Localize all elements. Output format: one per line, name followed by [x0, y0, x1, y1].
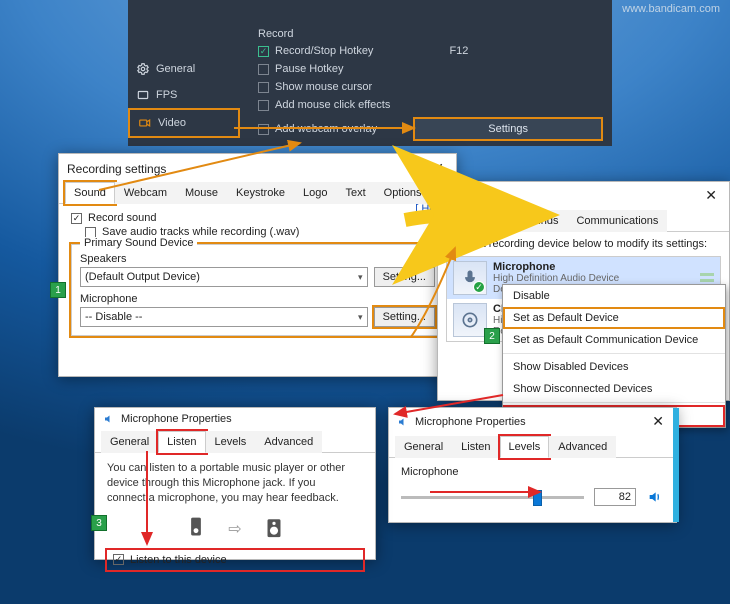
cursor-checkbox[interactable]	[258, 82, 269, 93]
gear-icon	[136, 62, 150, 76]
close-icon[interactable]: ✕	[648, 413, 668, 430]
tab-keystroke[interactable]: Keystroke	[227, 182, 294, 204]
sound-title: Sound	[464, 190, 496, 202]
tab-general[interactable]: General	[101, 431, 158, 453]
hotkey-value[interactable]: F12	[449, 45, 468, 57]
default-check-icon: ✓	[473, 281, 485, 293]
mp2-title: Microphone Properties	[415, 416, 526, 428]
pause-label: Pause Hotkey	[275, 63, 343, 75]
tab-listen[interactable]: Listen	[452, 436, 499, 458]
step-badge-2: 2	[484, 328, 500, 344]
webcam-checkbox[interactable]	[258, 124, 269, 135]
speakers-setting-button[interactable]: Setting...	[374, 267, 435, 287]
tab-levels[interactable]: Levels	[500, 436, 550, 458]
menu-disable[interactable]: Disable	[503, 285, 725, 307]
cursor-label: Show mouse cursor	[275, 81, 372, 93]
speaker-volume-icon[interactable]	[646, 488, 664, 506]
tab-logo[interactable]: Logo	[294, 182, 336, 204]
tab-recording[interactable]: Recording	[444, 210, 512, 232]
video-icon	[138, 116, 152, 130]
listen-label: Listen to this device	[130, 554, 227, 566]
listen-description: You can listen to a portable music playe…	[107, 461, 357, 506]
dev1-name: Microphone	[493, 261, 619, 273]
speaker-icon	[103, 413, 115, 425]
webcam-label: Add webcam overlay	[275, 123, 377, 135]
mic-properties-listen-window: Microphone Properties General Listen Lev…	[94, 407, 376, 560]
tab-options[interactable]: Options	[375, 182, 431, 204]
listen-checkbox[interactable]	[113, 554, 124, 565]
chevron-down-icon: ▾	[358, 312, 363, 323]
recset-title: Recording settings	[67, 162, 166, 176]
nav-general[interactable]: General	[128, 56, 240, 82]
menu-show-disconnected[interactable]: Show Disconnected Devices	[503, 378, 725, 400]
mic-level-value[interactable]: 82	[594, 488, 636, 506]
menu-set-comm[interactable]: Set as Default Communication Device	[503, 329, 725, 351]
mic-label: Microphone	[80, 293, 435, 305]
portable-device-icon	[186, 516, 206, 542]
mode-icon-1[interactable]	[146, 0, 174, 20]
mic-combo[interactable]: -- Disable -- ▾	[80, 307, 368, 327]
speakers-label: Speakers	[80, 253, 435, 265]
bandicam-panel: General FPS Video Record ✓ Record/Stop H…	[128, 0, 612, 146]
speaker-icon	[397, 416, 409, 428]
settings-button[interactable]: Settings	[413, 117, 603, 141]
recset-tabs: Sound Webcam Mouse Keystroke Logo Text O…	[59, 181, 456, 204]
tab-communications[interactable]: Communications	[567, 210, 667, 232]
nav-fps-label: FPS	[156, 89, 177, 101]
menu-set-default[interactable]: Set as Default Device	[503, 307, 725, 329]
sound-window: Sound ✕ Recording Sounds Communications …	[437, 181, 730, 401]
hotkey-label: Record/Stop Hotkey	[275, 45, 373, 57]
tab-listen[interactable]: Listen	[158, 431, 205, 453]
tab-mouse[interactable]: Mouse	[176, 182, 227, 204]
mp2-mic-label: Microphone	[401, 466, 664, 478]
arrow-right-icon: ⇨	[228, 519, 241, 539]
tab-text[interactable]: Text	[336, 182, 374, 204]
mp1-title: Microphone Properties	[121, 413, 232, 425]
pause-checkbox[interactable]	[258, 64, 269, 75]
speaker-device-icon	[264, 516, 284, 542]
close-icon[interactable]: ✕	[428, 160, 448, 177]
listen-to-device-row: Listen to this device	[107, 550, 363, 570]
record-sound-label: Record sound	[88, 212, 157, 224]
nav-fps[interactable]: FPS	[128, 82, 240, 108]
mic-properties-levels-window: Microphone Properties ✕ General Listen L…	[388, 407, 677, 523]
click-label: Add mouse click effects	[275, 99, 390, 111]
shield-icon	[446, 190, 458, 202]
tab-advanced[interactable]: Advanced	[549, 436, 616, 458]
nav-video-label: Video	[158, 117, 186, 129]
nav-general-label: General	[156, 63, 195, 75]
dev1-sub: High Definition Audio Device	[493, 273, 619, 284]
click-checkbox[interactable]	[258, 100, 269, 111]
hotkey-checkbox[interactable]: ✓	[258, 46, 269, 57]
watermark: www.bandicam.com	[622, 3, 720, 15]
section-record: Record	[258, 26, 293, 42]
primary-sound-title: Primary Sound Device	[80, 237, 197, 249]
primary-sound-group: Primary Sound Device Speakers (Default O…	[71, 244, 444, 336]
speakers-combo[interactable]: (Default Output Device) ▾	[80, 267, 368, 287]
sound-instruction: Select a recording device below to modif…	[446, 238, 707, 250]
cd-icon	[453, 303, 487, 337]
tab-sound[interactable]: Sound	[65, 182, 115, 204]
save-wav-checkbox[interactable]	[85, 227, 96, 238]
step-badge-3: 3	[91, 515, 107, 531]
close-icon[interactable]: ✕	[701, 187, 721, 204]
tab-general[interactable]: General	[395, 436, 452, 458]
tab-levels[interactable]: Levels	[206, 431, 256, 453]
step-badge-1: 1	[50, 282, 66, 298]
speakers-value: (Default Output Device)	[85, 271, 200, 283]
chevron-down-icon: ▾	[358, 272, 363, 283]
slider-thumb[interactable]	[533, 490, 542, 506]
nav-video[interactable]: Video	[128, 108, 240, 138]
mic-value: -- Disable --	[85, 311, 142, 323]
menu-show-disabled[interactable]: Show Disabled Devices	[503, 356, 725, 378]
tab-webcam[interactable]: Webcam	[115, 182, 176, 204]
tab-advanced[interactable]: Advanced	[255, 431, 322, 453]
record-sound-checkbox[interactable]	[71, 213, 82, 224]
mic-level-slider[interactable]	[401, 496, 584, 499]
fps-icon	[136, 88, 150, 102]
recording-settings-window: Recording settings ✕ Sound Webcam Mouse …	[58, 153, 457, 377]
window-edge-decor	[673, 408, 679, 522]
tab-sounds[interactable]: Sounds	[512, 210, 567, 232]
mic-setting-button[interactable]: Setting...	[374, 307, 435, 327]
